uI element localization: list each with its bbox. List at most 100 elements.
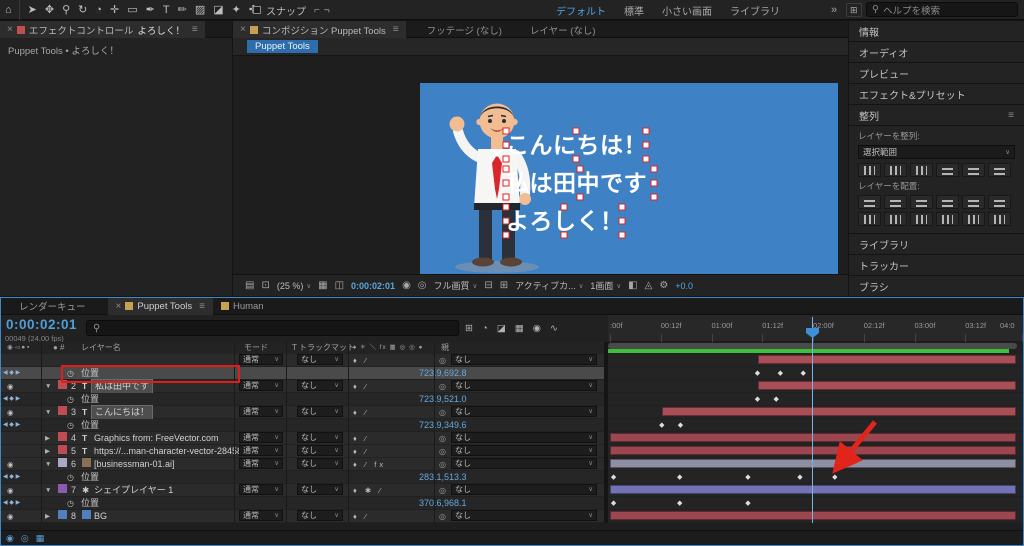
column-divider[interactable] bbox=[286, 342, 287, 523]
parent-pickwhip-icon[interactable]: ◎ bbox=[439, 445, 446, 458]
column-divider[interactable] bbox=[348, 342, 349, 523]
pen-tool-icon[interactable]: ✒ bbox=[146, 0, 155, 20]
flyout-menu-icon[interactable]: ▤ bbox=[245, 280, 254, 291]
selection-handle[interactable] bbox=[503, 142, 510, 149]
frame-blending-icon[interactable]: ▦ bbox=[515, 323, 524, 334]
selection-handle[interactable] bbox=[619, 218, 626, 225]
resolution-select[interactable]: フル画質∨ bbox=[434, 279, 478, 292]
twirl-arrow-icon[interactable]: ▼ bbox=[45, 406, 51, 419]
composition-name-tag[interactable]: Puppet Tools bbox=[247, 40, 318, 53]
layer-duration-bar[interactable] bbox=[758, 381, 1016, 390]
trackmatte-select[interactable]: なし∨ bbox=[297, 380, 343, 391]
selection-handle[interactable] bbox=[503, 128, 510, 135]
selection-handle[interactable] bbox=[503, 204, 510, 211]
composition-mini-flowchart-icon[interactable]: ⊞ bbox=[465, 323, 473, 334]
label-color-swatch[interactable] bbox=[58, 458, 67, 467]
mode-select[interactable]: 通常∨ bbox=[239, 510, 283, 521]
distribute-top-icon[interactable] bbox=[858, 195, 881, 209]
parent-pickwhip-icon[interactable]: ◎ bbox=[439, 380, 446, 393]
layer-name-header[interactable]: レイヤー名 bbox=[81, 342, 121, 354]
timeline-lane-row[interactable] bbox=[608, 380, 1024, 393]
layer-switches[interactable]: ♦ ⁄ bbox=[353, 445, 369, 458]
camera-orbit-tool-icon[interactable]: ◔ bbox=[95, 0, 102, 20]
parent-select[interactable]: なし∨ bbox=[451, 406, 597, 417]
selection-handle[interactable] bbox=[577, 194, 584, 201]
keyframe-icon[interactable]: ◆ bbox=[677, 471, 682, 484]
keyframe-icon[interactable]: ◆ bbox=[659, 419, 664, 432]
workspace-tab-1[interactable]: 標準 bbox=[624, 3, 644, 18]
layer-row[interactable]: ◉▼3Tこんにちは！通常∨なし∨♦ ⁄◎なし∨ bbox=[1, 406, 604, 419]
selection-handle[interactable] bbox=[503, 166, 510, 173]
twirl-arrow-icon[interactable]: ▼ bbox=[45, 484, 51, 497]
workspace-tab-2[interactable]: 小さい画面 bbox=[662, 3, 712, 18]
panel-divider[interactable] bbox=[604, 342, 608, 523]
keyframe-navigator[interactable]: ◀ ◆ ▶ bbox=[3, 367, 20, 380]
layer-switches[interactable]: ♦ ⁄ bbox=[353, 432, 369, 445]
visibility-eye-icon[interactable]: ◉ bbox=[7, 406, 14, 419]
align-h-center-icon[interactable] bbox=[884, 163, 907, 177]
selection-handle[interactable] bbox=[503, 194, 510, 201]
column-divider[interactable] bbox=[434, 342, 435, 523]
mode-select[interactable]: 通常∨ bbox=[239, 432, 283, 443]
snap-option-1-icon[interactable]: ⌐ bbox=[314, 5, 320, 16]
workspace-tab-0[interactable]: デフォルト bbox=[556, 3, 606, 18]
keyframe-icon[interactable]: ◆ bbox=[755, 393, 760, 406]
composition-viewport[interactable]: こんにちは！私は田中ですよろしく！ bbox=[233, 56, 848, 274]
clone-stamp-tool-icon[interactable]: ▨ bbox=[195, 0, 205, 20]
eraser-tool-icon[interactable]: ◪ bbox=[213, 0, 223, 20]
sidebar-panel-audio[interactable]: オーディオ bbox=[849, 42, 1024, 62]
layer-row[interactable]: ◉▶8BG通常∨なし∨♦ ⁄◎なし∨ bbox=[1, 510, 604, 523]
timeline-lane-row[interactable] bbox=[608, 354, 1024, 367]
align-v-center-icon[interactable] bbox=[962, 163, 985, 177]
selection-handle[interactable] bbox=[577, 166, 584, 173]
keyframe-icon[interactable]: ◆ bbox=[677, 497, 682, 510]
keyframe-icon[interactable]: ◆ bbox=[745, 497, 750, 510]
layer-switches[interactable]: ♦ ⁄ bbox=[353, 406, 369, 419]
twirl-arrow-icon[interactable]: ▶ bbox=[45, 445, 50, 458]
keyframe-navigator[interactable]: ◀ ◆ ▶ bbox=[3, 419, 20, 432]
timeline-lane-row[interactable] bbox=[608, 484, 1024, 497]
comp-panel-tab-0[interactable]: ×コンポジション Puppet Tools≡ bbox=[233, 21, 406, 38]
timeline-tab-2[interactable]: Human bbox=[213, 298, 272, 315]
visibility-eye-icon[interactable]: ◉ bbox=[7, 380, 14, 393]
workspace-overflow-icon[interactable]: » bbox=[831, 0, 837, 20]
panel-menu-icon[interactable]: ≡ bbox=[199, 301, 205, 312]
distribute-stack-icon[interactable] bbox=[988, 212, 1011, 226]
panel-menu-icon[interactable]: ≡ bbox=[1008, 110, 1014, 121]
layer-name[interactable]: https://...man-character-vector-28458 bbox=[94, 445, 242, 458]
parent-select[interactable]: なし∨ bbox=[451, 510, 597, 521]
distribute-bottom-icon[interactable] bbox=[910, 195, 933, 209]
timeline-search-input[interactable]: ⚲ bbox=[86, 320, 459, 336]
keyframe-icon[interactable]: ◆ bbox=[611, 497, 616, 510]
label-color-swatch[interactable] bbox=[58, 510, 67, 519]
mask-visibility-icon[interactable]: ◫ bbox=[335, 280, 344, 291]
toggle-video-audio-pane-icon[interactable]: ◉ bbox=[6, 533, 14, 544]
keyframe-icon[interactable]: ◆ bbox=[778, 367, 783, 380]
snap-checkbox[interactable] bbox=[253, 6, 261, 14]
parent-pickwhip-icon[interactable]: ◎ bbox=[439, 432, 446, 445]
workspace-tab-3[interactable]: ライブラリ bbox=[730, 3, 780, 18]
preview-time[interactable]: 0:00:02:01 bbox=[351, 281, 395, 291]
distribute-h-center-icon[interactable] bbox=[962, 195, 985, 209]
keyframe-navigator[interactable]: ◀ ◆ ▶ bbox=[3, 393, 20, 406]
selection-handle[interactable] bbox=[619, 204, 626, 211]
zoom-tool-icon[interactable]: ⚲ bbox=[62, 0, 70, 20]
region-of-interest-icon[interactable]: ⊟ bbox=[484, 280, 492, 291]
draft-3d-icon[interactable]: ◪ bbox=[497, 323, 506, 334]
selected-text-layer[interactable]: 私は田中です bbox=[506, 169, 654, 197]
distribute-left-icon[interactable] bbox=[936, 195, 959, 209]
parent-select[interactable]: なし∨ bbox=[451, 354, 597, 365]
current-time-display[interactable]: 0:00:02:01 bbox=[6, 317, 77, 332]
show-snapshot-icon[interactable]: ◎ bbox=[418, 280, 427, 291]
trackmatte-select[interactable]: なし∨ bbox=[297, 458, 343, 469]
twirl-arrow-icon[interactable]: ▶ bbox=[45, 432, 50, 445]
twirl-arrow-icon[interactable]: ▼ bbox=[45, 380, 51, 393]
selection-handle[interactable] bbox=[651, 194, 658, 201]
adjust-exposure-icon[interactable]: ⚙ bbox=[659, 280, 668, 291]
snap-option-2-icon[interactable]: ¬ bbox=[324, 5, 330, 16]
fast-previews-icon[interactable]: ◬ bbox=[645, 280, 653, 291]
trackmatte-select[interactable]: なし∨ bbox=[297, 406, 343, 417]
mode-select[interactable]: 通常∨ bbox=[239, 354, 283, 365]
layer-switches[interactable]: ♦ ⁄ bbox=[353, 380, 369, 393]
close-icon[interactable]: × bbox=[7, 24, 13, 35]
